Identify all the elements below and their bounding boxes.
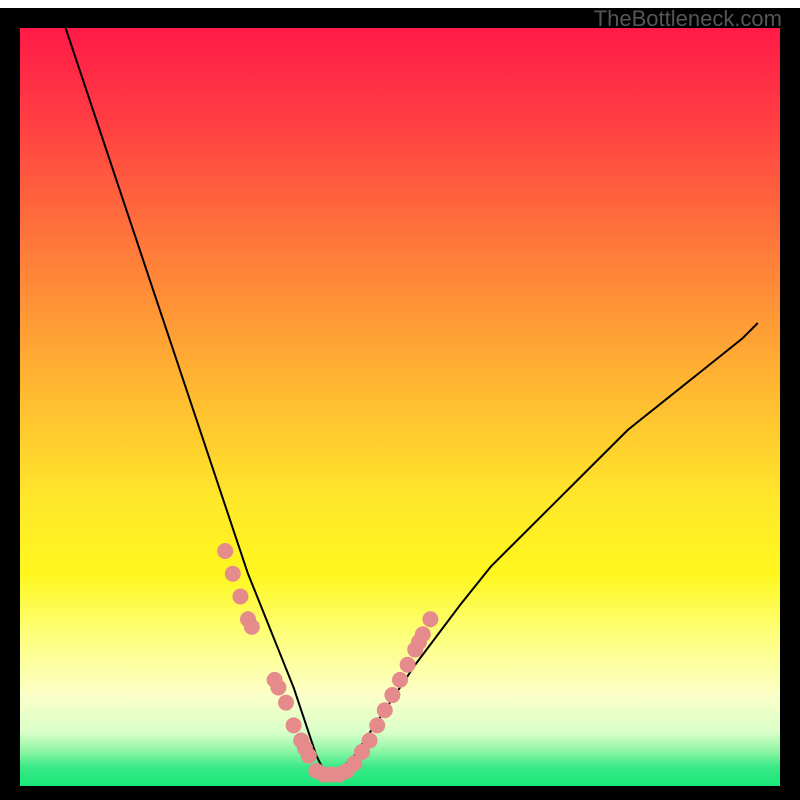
bottleneck-chart xyxy=(0,0,800,800)
chart-container: TheBottleneck.com xyxy=(0,0,800,800)
watermark-text: TheBottleneck.com xyxy=(594,6,782,32)
